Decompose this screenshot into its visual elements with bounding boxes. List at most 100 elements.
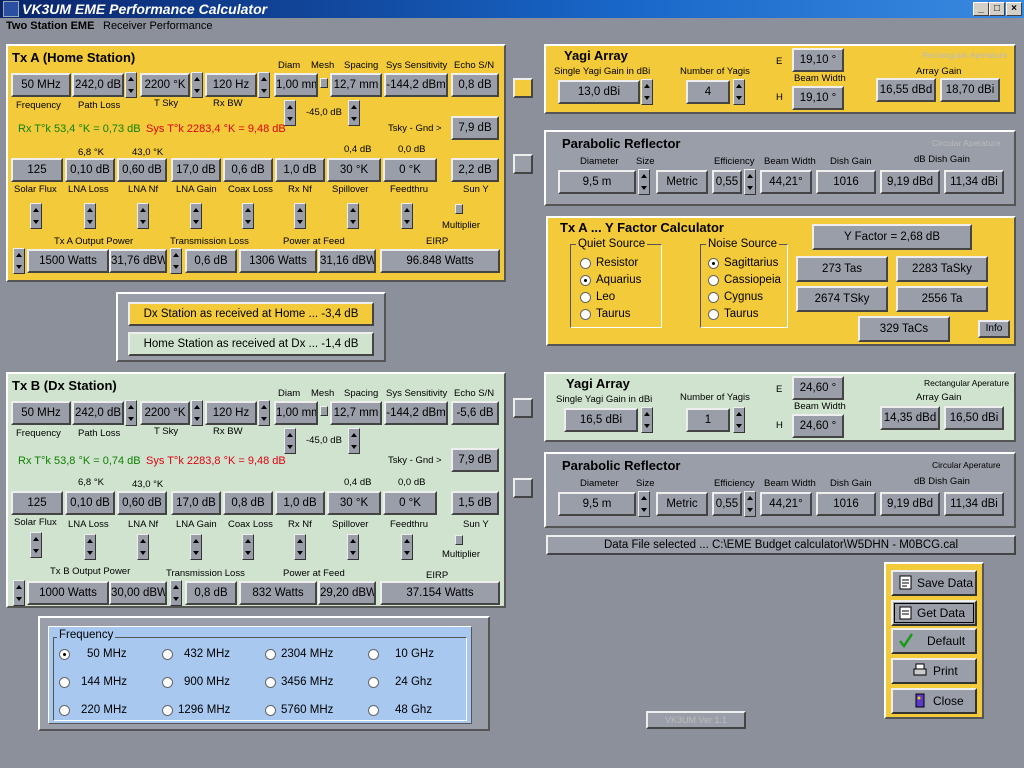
freq-1296-radio[interactable] <box>162 705 173 716</box>
solar-flux-spinner[interactable] <box>30 532 42 558</box>
quiet-aquarius-radio[interactable] <box>580 275 591 286</box>
lna-loss-field[interactable]: 0,10 dB <box>65 158 115 182</box>
diameter-field[interactable]: 9,5 m <box>558 492 636 516</box>
dish-b-select[interactable] <box>513 478 533 498</box>
solar-flux-field[interactable]: 125 <box>11 491 63 515</box>
rx-bw-field[interactable]: 120 Hz <box>205 73 257 97</box>
path-loss-spinner[interactable] <box>125 72 137 98</box>
feedthru-spinner[interactable] <box>401 203 413 229</box>
spacing-field[interactable]: 12,7 mm <box>330 401 382 425</box>
transmission-loss-field[interactable]: 0,8 dB <box>185 581 237 605</box>
num-yagis-spinner[interactable] <box>733 407 745 433</box>
diam-field[interactable]: 1,00 mm <box>274 73 318 97</box>
transmission-loss-field[interactable]: 0,6 dB <box>185 249 237 273</box>
lna-nf-field[interactable]: 0,60 dB <box>117 491 167 515</box>
spacing-field[interactable]: 12,7 mm <box>330 73 382 97</box>
path-loss-field[interactable]: 242,0 dB <box>72 401 124 425</box>
get-data-button[interactable]: Get Data <box>891 600 977 626</box>
info-button[interactable]: Info <box>978 320 1010 338</box>
spillover-field[interactable]: 30 °K <box>327 491 381 515</box>
num-yagis-field[interactable]: 4 <box>686 80 730 104</box>
rx-nf-field[interactable]: 1,0 dB <box>275 158 325 182</box>
efficiency-spinner[interactable] <box>744 169 756 195</box>
coax-loss-spinner[interactable] <box>242 203 254 229</box>
feedthru-field[interactable]: 0 °K <box>383 491 437 515</box>
freq-50-radio[interactable] <box>59 649 70 660</box>
app-icon[interactable] <box>3 1 19 17</box>
lna-loss-field[interactable]: 0,10 dB <box>65 491 115 515</box>
efficiency-field[interactable]: 0,55 <box>712 492 742 516</box>
output-power-watts[interactable]: 1000 Watts <box>27 581 109 605</box>
noise-taurus-radio[interactable] <box>708 309 719 320</box>
path-loss-spinner[interactable] <box>125 400 137 426</box>
quiet-taurus-radio[interactable] <box>580 309 591 320</box>
print-button[interactable]: Print <box>891 658 977 684</box>
solar-flux-field[interactable]: 125 <box>11 158 63 182</box>
freq-3456-radio[interactable] <box>265 677 276 688</box>
lna-gain-spinner[interactable] <box>190 203 202 229</box>
lna-gain-spinner[interactable] <box>190 534 202 560</box>
freq-432-radio[interactable] <box>162 649 173 660</box>
mesh-toggle[interactable] <box>320 78 328 88</box>
lna-gain-field[interactable]: 17,0 dB <box>171 491 221 515</box>
freq-2304-radio[interactable] <box>265 649 276 660</box>
feedthru-field[interactable]: 0 °K <box>383 158 437 182</box>
num-yagis-field[interactable]: 1 <box>686 408 730 432</box>
metric-button[interactable]: Metric <box>656 170 708 194</box>
multiplier-toggle[interactable] <box>455 204 463 214</box>
freq-220-radio[interactable] <box>59 705 70 716</box>
freq-5760-radio[interactable] <box>265 705 276 716</box>
coax-loss-spinner[interactable] <box>242 534 254 560</box>
rx-bw-spinner[interactable] <box>258 72 270 98</box>
single-yagi-spinner[interactable] <box>641 79 653 105</box>
rx-bw-spinner[interactable] <box>258 400 270 426</box>
tsky-spinner[interactable] <box>191 400 203 426</box>
solar-flux-spinner[interactable] <box>30 203 42 229</box>
diam-spinner[interactable] <box>284 100 296 126</box>
noise-cassiopeia-radio[interactable] <box>708 275 719 286</box>
noise-sagittarius-radio[interactable] <box>708 258 719 269</box>
output-power-spinner[interactable] <box>13 248 25 274</box>
lna-nf-field[interactable]: 0,60 dB <box>117 158 167 182</box>
noise-cygnus-radio[interactable] <box>708 292 719 303</box>
freq-10g-radio[interactable] <box>368 649 379 660</box>
multiplier-toggle[interactable] <box>455 535 463 545</box>
coax-loss-field[interactable]: 0,8 dB <box>223 491 273 515</box>
transmission-loss-spinner[interactable] <box>170 248 182 274</box>
spillover-field[interactable]: 30 °K <box>327 158 381 182</box>
efficiency-spinner[interactable] <box>744 491 756 517</box>
output-power-watts[interactable]: 1500 Watts <box>27 249 109 273</box>
single-yagi-gain-field[interactable]: 16,5 dBi <box>564 408 638 432</box>
quiet-leo-radio[interactable] <box>580 292 591 303</box>
frequency-field[interactable]: 50 MHz <box>11 73 71 97</box>
rx-nf-spinner[interactable] <box>294 203 306 229</box>
maximize-button[interactable]: □ <box>989 2 1005 16</box>
save-data-button[interactable]: Save Data <box>891 570 977 596</box>
single-yagi-spinner[interactable] <box>641 407 653 433</box>
freq-900-radio[interactable] <box>162 677 173 688</box>
freq-48g-radio[interactable] <box>368 705 379 716</box>
quiet-resistor-radio[interactable] <box>580 258 591 269</box>
lna-nf-spinner[interactable] <box>137 203 149 229</box>
tsky-spinner[interactable] <box>191 72 203 98</box>
diameter-spinner[interactable] <box>638 169 650 195</box>
freq-144-radio[interactable] <box>59 677 70 688</box>
close-window-button[interactable]: × <box>1006 2 1022 16</box>
rx-nf-spinner[interactable] <box>294 534 306 560</box>
num-yagis-spinner[interactable] <box>733 79 745 105</box>
menu-receiver-performance[interactable]: Receiver Performance <box>103 20 212 32</box>
yagi-b-select[interactable] <box>513 398 533 418</box>
efficiency-field[interactable]: 0,55 <box>712 170 742 194</box>
spacing-spinner[interactable] <box>348 100 360 126</box>
metric-button[interactable]: Metric <box>656 492 708 516</box>
lna-loss-spinner[interactable] <box>84 534 96 560</box>
path-loss-field[interactable]: 242,0 dB <box>72 73 124 97</box>
spillover-spinner[interactable] <box>347 203 359 229</box>
dish-a-select[interactable] <box>513 154 533 174</box>
close-button[interactable]: Close <box>891 688 977 714</box>
minimize-button[interactable]: _ <box>973 2 989 16</box>
diam-field[interactable]: 1,00 mm <box>274 401 318 425</box>
diameter-field[interactable]: 9,5 m <box>558 170 636 194</box>
default-button[interactable]: Default <box>891 628 977 654</box>
freq-24g-radio[interactable] <box>368 677 379 688</box>
